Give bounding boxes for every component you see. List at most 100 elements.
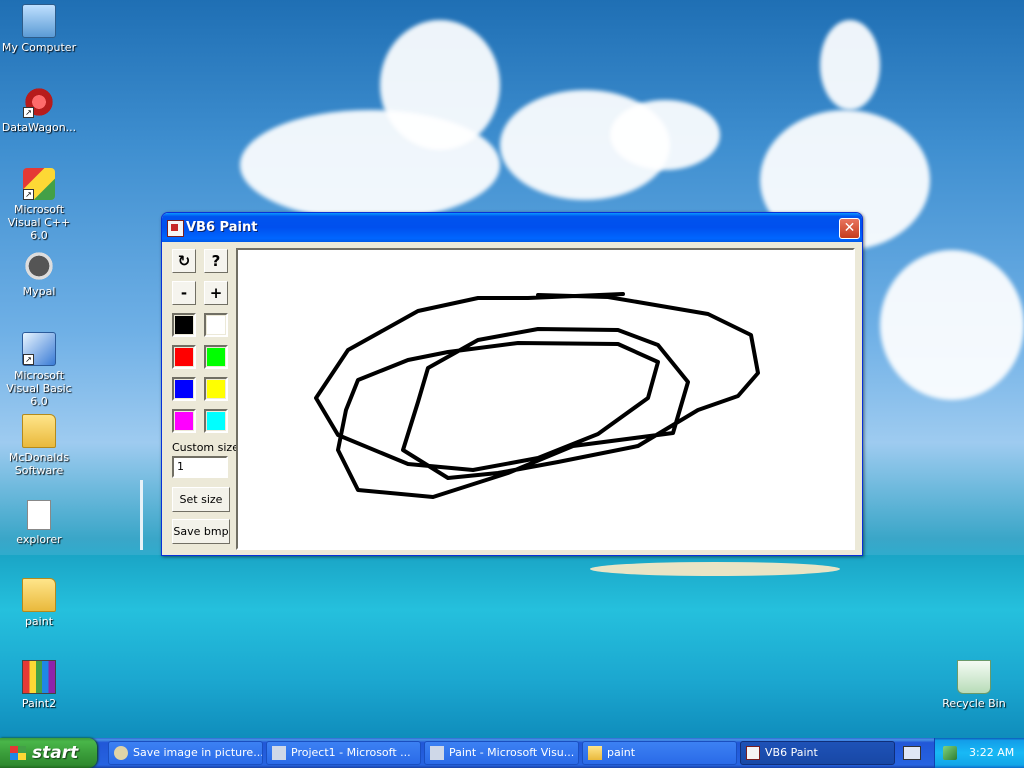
desktop-icon-recycle-bin[interactable]: Recycle Bin (935, 660, 1013, 710)
paint-icon (22, 660, 56, 694)
drawing-canvas[interactable] (236, 248, 855, 550)
color-swatch-blue[interactable] (172, 377, 196, 401)
color-swatch-red[interactable] (172, 345, 196, 369)
datawagon-icon: ↗ (23, 86, 55, 118)
island (590, 562, 840, 576)
sailboat (140, 480, 143, 550)
visual-basic-icon: ↗ (22, 332, 56, 366)
desktop-icon-mcdonalds-software[interactable]: McDonalds Software (0, 414, 78, 477)
taskbar-item[interactable]: Save image in picture... (108, 741, 263, 765)
cloud (820, 20, 880, 110)
custom-size-label: Custom size: (172, 441, 243, 454)
shortcut-arrow-icon: ↗ (23, 107, 34, 118)
taskbar-item-active[interactable]: VB6 Paint (740, 741, 895, 765)
desktop-icon-explorer[interactable]: explorer (0, 500, 78, 546)
taskbar: start Save image in picture... Project1 … (0, 738, 1024, 768)
increase-size-button[interactable]: + (204, 281, 228, 305)
taskbar-item-label: paint (607, 746, 636, 759)
help-icon: ? (211, 252, 221, 270)
desktop-icon-label: Recycle Bin (942, 697, 1006, 710)
desktop-icon-label: Microsoft Visual Basic 6.0 (6, 369, 72, 408)
desktop-icon-label: Microsoft Visual C++ 6.0 (7, 203, 71, 242)
swatch-fill (207, 348, 225, 366)
desktop-icon-label: DataWagon... (1, 121, 77, 134)
decrease-size-button[interactable]: - (172, 281, 196, 305)
folder-icon (588, 746, 602, 760)
desktop-icon-visual-basic[interactable]: ↗ Microsoft Visual Basic 6.0 (0, 332, 78, 408)
vb6-paint-window: VB6 Paint ✕ ↻ ? - + Custom size: 1 Set s… (161, 212, 863, 556)
color-swatch-magenta[interactable] (172, 409, 196, 433)
taskbar-item-label: VB6 Paint (765, 746, 818, 759)
save-bmp-button[interactable]: Save bmp (172, 519, 230, 544)
taskbar-item[interactable]: Paint - Microsoft Visu... (424, 741, 579, 765)
shortcut-arrow-icon: ↗ (23, 189, 34, 200)
taskbar-item[interactable]: Project1 - Microsoft ... (266, 741, 421, 765)
color-swatch-white[interactable] (204, 313, 228, 337)
swatch-fill (175, 412, 193, 430)
visual-basic-icon (272, 746, 286, 760)
desktop-icon-datawagon[interactable]: ↗ DataWagon... (0, 86, 78, 134)
network-icon[interactable] (943, 746, 957, 760)
desktop-icon-label: Paint2 (21, 697, 57, 710)
mypal-icon (114, 746, 128, 760)
minus-icon: - (180, 284, 188, 302)
clear-button[interactable]: ↻ (172, 249, 196, 273)
clock[interactable]: 3:22 AM (969, 738, 1014, 768)
taskbar-item[interactable]: paint (582, 741, 737, 765)
app-icon (167, 220, 184, 237)
desktop-icon-visual-cpp[interactable]: ↗ Microsoft Visual C++ 6.0 (0, 168, 78, 242)
taskbar-item-label: Paint - Microsoft Visu... (449, 746, 575, 759)
keyboard-icon[interactable] (903, 746, 921, 760)
desktop-icon-label: McDonalds Software (8, 451, 70, 477)
close-icon: ✕ (843, 220, 856, 236)
visual-basic-icon (430, 746, 444, 760)
windows-logo-icon (10, 746, 26, 760)
swatch-fill (175, 348, 193, 366)
refresh-icon: ↻ (177, 252, 191, 270)
cloud (880, 250, 1024, 400)
desktop-icon-label: paint (24, 615, 54, 628)
start-label: start (32, 743, 79, 763)
color-swatch-cyan[interactable] (204, 409, 228, 433)
recycle-bin-icon (957, 660, 991, 694)
swatch-fill (207, 316, 225, 334)
drawing-surface (314, 292, 760, 499)
swatch-fill (175, 380, 193, 398)
desktop-icon-my-computer[interactable]: My Computer (0, 4, 78, 54)
cloud (380, 20, 500, 150)
desktop-icon-label: Mypal (22, 285, 56, 298)
desktop-icon-label: My Computer (1, 41, 77, 54)
set-size-button[interactable]: Set size (172, 487, 230, 512)
desktop-icon-label: explorer (16, 533, 62, 546)
swatch-fill (175, 316, 193, 334)
mypal-icon (23, 250, 55, 282)
desktop-icon-mypal[interactable]: Mypal (0, 250, 78, 298)
color-swatch-black[interactable] (172, 313, 196, 337)
cloud (610, 100, 720, 170)
taskbar-item-label: Project1 - Microsoft ... (291, 746, 411, 759)
ocean (0, 555, 1024, 738)
help-button[interactable]: ? (204, 249, 228, 273)
custom-size-input[interactable]: 1 (172, 456, 228, 478)
desktop-icon-paint2[interactable]: Paint2 (0, 660, 78, 710)
system-tray: 3:22 AM (934, 738, 1024, 768)
close-button[interactable]: ✕ (839, 218, 860, 239)
shortcut-arrow-icon: ↗ (23, 354, 34, 365)
title-bar[interactable]: VB6 Paint ✕ (162, 213, 862, 242)
desktop-icon-paint-folder[interactable]: paint (0, 578, 78, 628)
file-icon (27, 500, 51, 530)
color-swatch-green[interactable] (204, 345, 228, 369)
plus-icon: + (209, 284, 223, 302)
start-button[interactable]: start (0, 738, 97, 768)
swatch-fill (207, 380, 225, 398)
swatch-fill (207, 412, 225, 430)
app-icon (746, 746, 760, 760)
folder-icon (22, 578, 56, 612)
window-title: VB6 Paint (186, 220, 258, 235)
drawn-stroke (314, 292, 760, 499)
folder-icon (22, 414, 56, 448)
visual-cpp-icon: ↗ (23, 168, 55, 200)
taskbar-item-label: Save image in picture... (133, 746, 263, 759)
color-swatch-yellow[interactable] (204, 377, 228, 401)
window-client-area: ↻ ? - + Custom size: 1 Set size Save bmp (165, 244, 859, 552)
